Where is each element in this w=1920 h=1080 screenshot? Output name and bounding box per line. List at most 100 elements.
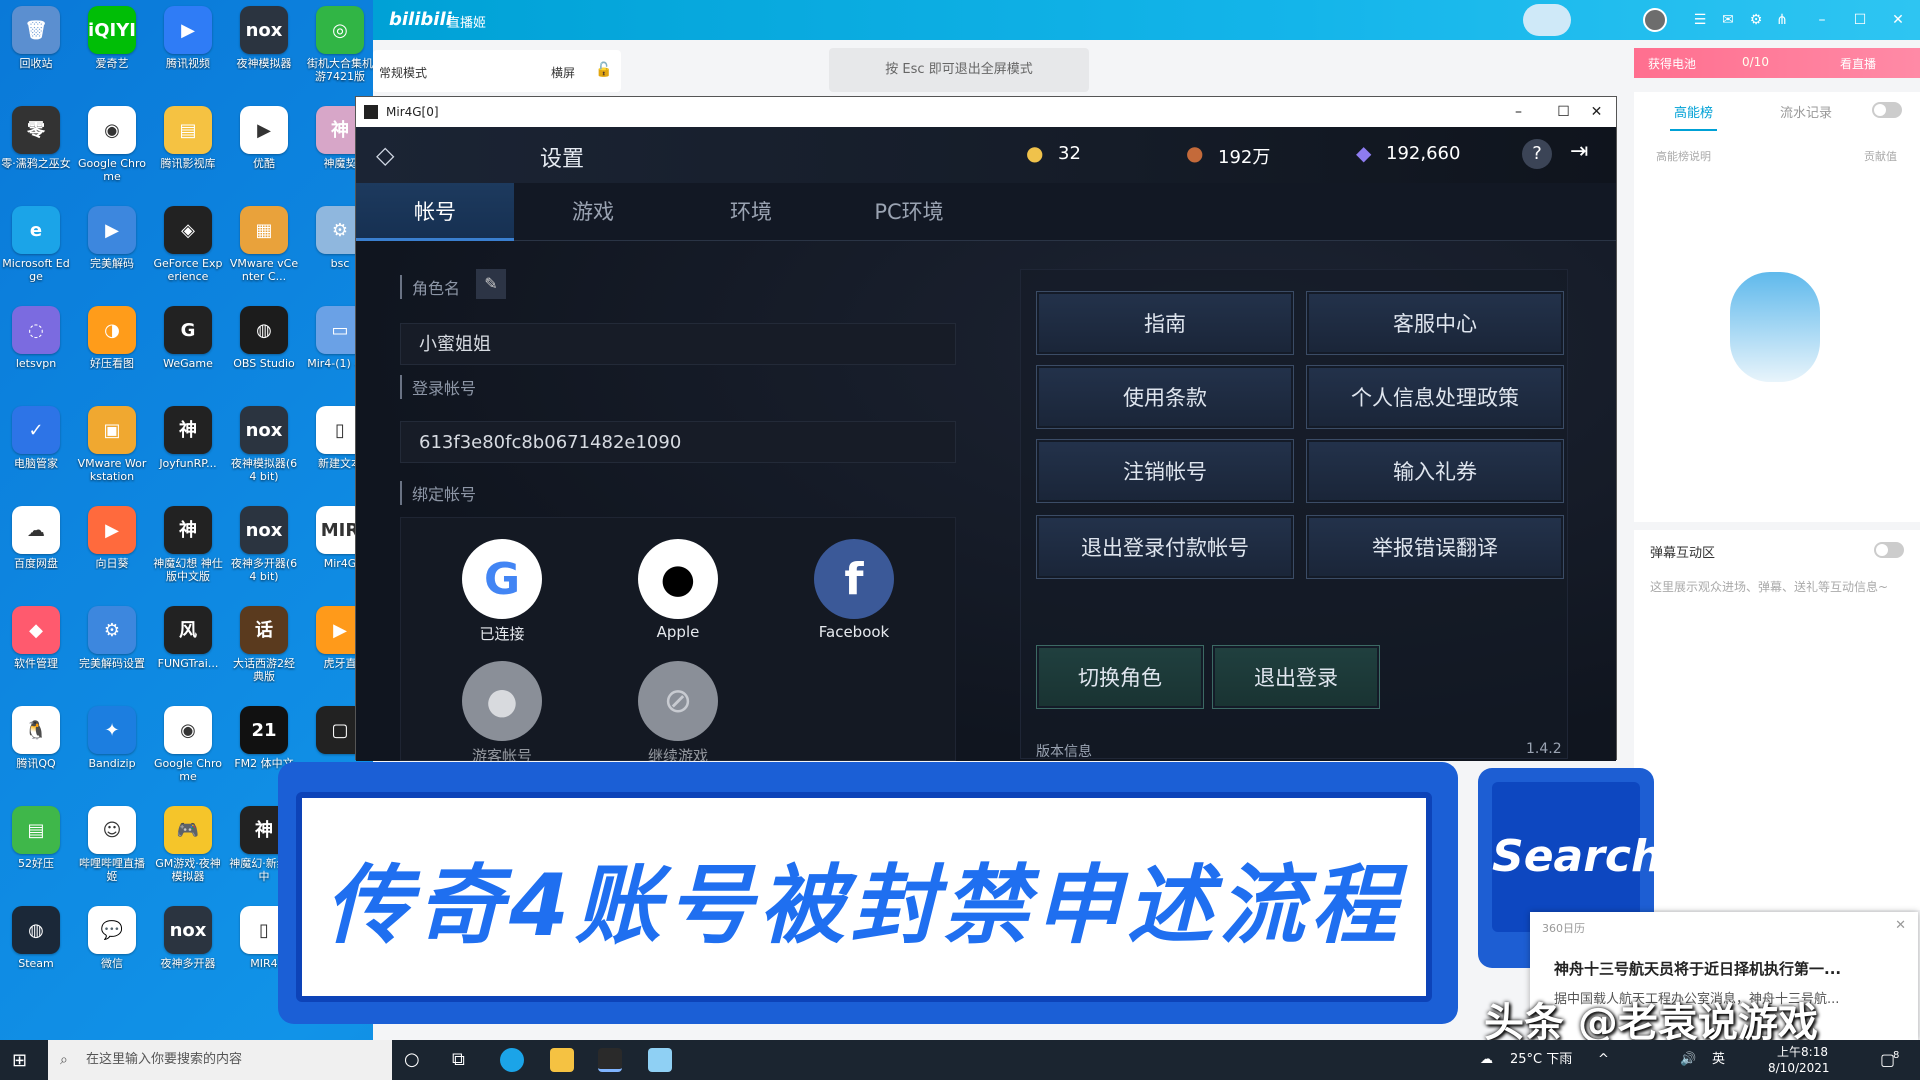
- tab-game[interactable]: 游戏: [514, 183, 672, 241]
- desktop-icon[interactable]: 话大话西游2经典版: [228, 600, 300, 698]
- terms-button[interactable]: 使用条款: [1036, 365, 1294, 429]
- mir4-taskbar-icon[interactable]: [598, 1048, 622, 1072]
- desktop-icon[interactable]: ▦ VMware vCenter C...: [228, 200, 300, 298]
- settings-icon[interactable]: ⚙: [1747, 11, 1765, 29]
- guide-button[interactable]: 指南: [1036, 291, 1294, 355]
- desktop-icon[interactable]: G WeGame: [152, 300, 224, 398]
- maximize-icon[interactable]: ☐: [1851, 11, 1869, 29]
- avatar[interactable]: [1643, 8, 1667, 32]
- desktop-icon[interactable]: ◎ 街机大合集机游7421版: [304, 0, 376, 98]
- desktop-icon[interactable]: ✓ 电脑管家: [0, 400, 72, 498]
- minimize-icon[interactable]: –: [1496, 97, 1541, 127]
- desktop-icon-label: 百度网盘: [14, 557, 58, 570]
- desktop-icon[interactable]: ◍ Steam: [0, 900, 72, 998]
- tab-environment[interactable]: 环境: [672, 183, 830, 241]
- close-icon[interactable]: ✕: [1889, 11, 1907, 29]
- mail-icon[interactable]: ✉: [1719, 11, 1737, 29]
- taskbar-search[interactable]: ⌕ 在这里输入你要搜索的内容: [48, 1040, 392, 1080]
- desktop-icon[interactable]: 🗑 回收站: [0, 0, 72, 98]
- desktop-icon[interactable]: 神 JoyfunRP...: [152, 400, 224, 498]
- desktop-icon[interactable]: e Microsoft Edge: [0, 200, 72, 298]
- desktop-icon[interactable]: 神神魔幻想 神仕版中文版: [152, 500, 224, 598]
- tab-pc-environment[interactable]: PC环境: [830, 183, 988, 241]
- ime-indicator[interactable]: 英: [1712, 1040, 1725, 1080]
- logout-payment-button[interactable]: 退出登录付款帐号: [1036, 515, 1294, 579]
- app-icon: ◎: [316, 6, 364, 54]
- desktop-icon[interactable]: 风 FUNGTrai...: [152, 600, 224, 698]
- tab-account[interactable]: 帐号: [356, 183, 514, 241]
- close-icon[interactable]: ✕: [1574, 97, 1619, 127]
- desktop-icon[interactable]: ◌ letsvpn: [0, 300, 72, 398]
- help-icon[interactable]: ?: [1522, 139, 1552, 169]
- desktop-icon[interactable]: ◆ 软件管理: [0, 600, 72, 698]
- report-translation-button[interactable]: 举报错误翻译: [1306, 515, 1564, 579]
- google-icon[interactable]: G: [462, 539, 542, 619]
- customer-service-button[interactable]: 客服中心: [1306, 291, 1564, 355]
- desktop-icon[interactable]: iQIYI 爱奇艺: [76, 0, 148, 98]
- desktop-icon[interactable]: 零零·濡鸦之巫女: [0, 100, 72, 198]
- task-view-icon[interactable]: ⧉: [452, 1049, 465, 1070]
- edge-icon[interactable]: [500, 1048, 524, 1072]
- tray-expand-icon[interactable]: ^: [1598, 1040, 1609, 1080]
- desktop-icon[interactable]: 🎮 GM游戏·夜神模拟器: [152, 800, 224, 898]
- tab-flow[interactable]: 流水记录: [1780, 102, 1832, 121]
- back-icon[interactable]: ◇: [376, 141, 394, 169]
- charge-label[interactable]: 获得电池: [1648, 55, 1696, 72]
- guest-icon[interactable]: ●: [462, 661, 542, 741]
- desktop-icon[interactable]: nox 夜神多开器: [152, 900, 224, 998]
- desktop-icon[interactable]: ◍ OBS Studio: [228, 300, 300, 398]
- tab-rank[interactable]: 高能榜: [1670, 102, 1718, 131]
- desktop-icon[interactable]: ▤ 52好压: [0, 800, 72, 898]
- weather-icon[interactable]: ☁: [1480, 1040, 1493, 1080]
- coupon-button[interactable]: 输入礼券: [1306, 439, 1564, 503]
- facebook-icon[interactable]: f: [814, 539, 894, 619]
- mode-label[interactable]: 常规模式: [379, 64, 427, 81]
- close-icon[interactable]: ✕: [1895, 918, 1906, 933]
- link-icon[interactable]: ⊘: [638, 661, 718, 741]
- chat-toggle[interactable]: [1874, 542, 1904, 558]
- rank-help[interactable]: 高能榜说明: [1656, 148, 1711, 164]
- desktop-icon[interactable]: 🐧 腾讯QQ: [0, 700, 72, 798]
- exit-icon[interactable]: ⇥: [1570, 139, 1588, 164]
- screen-orientation-label[interactable]: 横屏: [551, 64, 575, 81]
- chat-description: 这里展示观众进场、弹幕、送礼等互动信息~: [1650, 580, 1889, 594]
- desktop-icon[interactable]: ☺ 哔哩哔哩直播姬: [76, 800, 148, 898]
- desktop-icon[interactable]: ☁ 百度网盘: [0, 500, 72, 598]
- logout-button[interactable]: 退出登录: [1212, 645, 1380, 709]
- weather-text[interactable]: 25°C 下雨: [1510, 1040, 1572, 1080]
- news-headline[interactable]: 神舟十三号航天员将于近日择机执行第一...: [1554, 958, 1904, 979]
- desktop-icon[interactable]: 💬 微信: [76, 900, 148, 998]
- rank-toggle[interactable]: [1872, 102, 1902, 118]
- desktop-icon[interactable]: ⚙ 完美解码设置: [76, 600, 148, 698]
- volume-icon[interactable]: 🔊: [1680, 1040, 1696, 1080]
- desktop-icon[interactable]: ◑ 好压看图: [76, 300, 148, 398]
- desktop-icon[interactable]: nox 夜神模拟器(64 bit): [228, 400, 300, 498]
- share-icon[interactable]: ⋔: [1773, 11, 1791, 29]
- desktop-icon[interactable]: nox 夜神多开器(64 bit): [228, 500, 300, 598]
- lock-icon[interactable]: 🔓: [595, 62, 612, 78]
- desktop-icon[interactable]: ◈ GeForce Experience: [152, 200, 224, 298]
- desktop-icon[interactable]: ▶ 优酷: [228, 100, 300, 198]
- menu-icon[interactable]: ☰: [1691, 11, 1709, 29]
- desktop-icon[interactable]: ◉ Google Chrome: [152, 700, 224, 798]
- file-explorer-icon[interactable]: [550, 1048, 574, 1072]
- desktop-icon[interactable]: ▶ 腾讯视频: [152, 0, 224, 98]
- desktop-icon[interactable]: ▤ 腾讯影视库: [152, 100, 224, 198]
- desktop-icon[interactable]: ▶ 向日葵: [76, 500, 148, 598]
- bili-taskbar-icon[interactable]: [648, 1048, 672, 1072]
- desktop-icon[interactable]: ✦ Bandizip: [76, 700, 148, 798]
- desktop-icon[interactable]: nox 夜神模拟器: [228, 0, 300, 98]
- clock[interactable]: 上午8:18 8/10/2021: [1768, 1044, 1830, 1080]
- cortana-icon[interactable]: ○: [404, 1049, 420, 1070]
- desktop-icon[interactable]: ▶ 完美解码: [76, 200, 148, 298]
- delete-account-button[interactable]: 注销帐号: [1036, 439, 1294, 503]
- minimize-icon[interactable]: –: [1813, 11, 1831, 29]
- windows-start-icon[interactable]: ⊞: [12, 1050, 27, 1071]
- desktop-icon[interactable]: ▣ VMware Workstation: [76, 400, 148, 498]
- edit-icon[interactable]: ✎: [476, 269, 506, 299]
- privacy-policy-button[interactable]: 个人信息处理政策: [1306, 365, 1564, 429]
- switch-character-button[interactable]: 切换角色: [1036, 645, 1204, 709]
- flow-label[interactable]: 看直播: [1840, 55, 1876, 72]
- apple-icon[interactable]: ●: [638, 539, 718, 619]
- desktop-icon[interactable]: ◉ Google Chrome: [76, 100, 148, 198]
